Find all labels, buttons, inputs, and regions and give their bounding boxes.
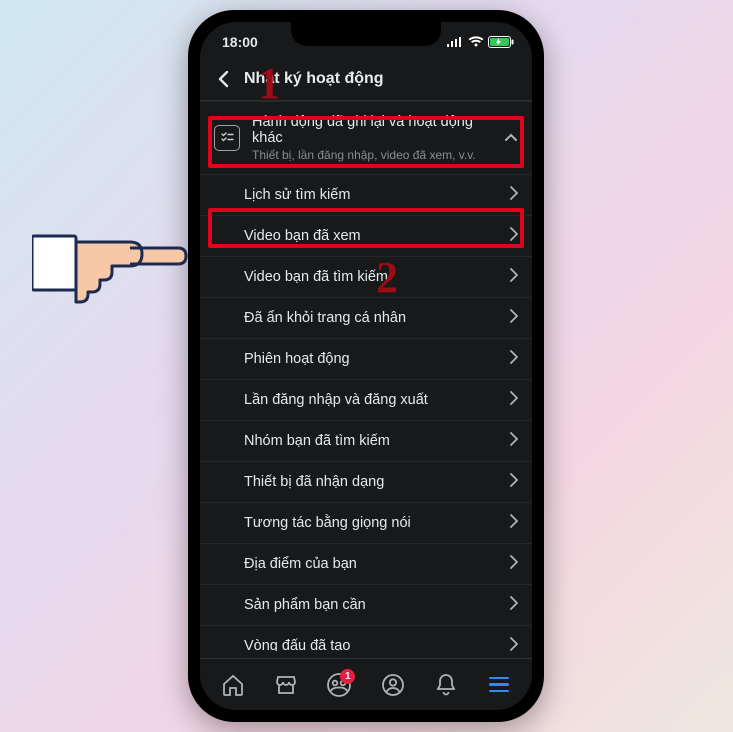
row-label: Lịch sử tìm kiếm [244, 187, 350, 203]
section-subtitle: Thiết bị, lần đăng nhập, video đã xem, v… [252, 148, 504, 162]
section-title: Hành động đã ghi lại và hoạt động khác [252, 114, 504, 146]
row-label: Địa điểm của bạn [244, 556, 357, 572]
signal-icon [446, 36, 464, 48]
battery-icon [488, 36, 514, 48]
row-groups-searched[interactable]: Nhóm bạn đã tìm kiếm [200, 420, 532, 461]
chevron-right-icon [510, 309, 518, 327]
row-videos-searched[interactable]: Video bạn đã tìm kiếm [200, 256, 532, 297]
activity-list[interactable]: Hành động đã ghi lại và hoạt động khác T… [200, 101, 532, 651]
phone-notch [291, 22, 441, 46]
phone-screen: 18:00 Nhật ký hoạt động Hành động đã ghi… [200, 22, 532, 710]
row-label: Vòng đấu đã tạo [244, 638, 350, 651]
phone-frame: 18:00 Nhật ký hoạt động Hành động đã ghi… [188, 10, 544, 722]
chevron-right-icon [510, 432, 518, 450]
bottom-tab-bar: 1 [200, 658, 532, 710]
row-recognized-devices[interactable]: Thiết bị đã nhận dạng [200, 461, 532, 502]
notification-badge: 1 [340, 669, 355, 684]
marketplace-icon [274, 673, 298, 697]
navbar: Nhật ký hoạt động [200, 62, 532, 101]
row-label: Nhóm bạn đã tìm kiếm [244, 433, 390, 449]
chevron-right-icon [510, 637, 518, 651]
tab-notifications[interactable] [426, 665, 466, 705]
status-time: 18:00 [222, 34, 258, 50]
pointing-hand-illustration [32, 208, 192, 318]
home-icon [221, 673, 245, 697]
chevron-right-icon [510, 596, 518, 614]
chevron-up-icon [504, 129, 518, 147]
menu-icon [489, 677, 509, 692]
section-logged-actions[interactable]: Hành động đã ghi lại và hoạt động khác T… [200, 101, 532, 174]
list-check-icon [214, 125, 240, 151]
tab-profile[interactable] [373, 665, 413, 705]
chevron-left-icon [216, 70, 230, 88]
status-indicators [446, 36, 514, 48]
row-label: Thiết bị đã nhận dạng [244, 474, 384, 490]
row-label: Video bạn đã tìm kiếm [244, 269, 388, 285]
chevron-right-icon [510, 268, 518, 286]
row-your-locations[interactable]: Địa điểm của bạn [200, 543, 532, 584]
chevron-right-icon [510, 473, 518, 491]
row-label: Tương tác bằng giọng nói [244, 515, 411, 531]
tab-groups[interactable]: 1 [319, 665, 359, 705]
row-login-logout[interactable]: Lần đăng nhập và đăng xuất [200, 379, 532, 420]
row-videos-watched[interactable]: Video bạn đã xem [200, 215, 532, 256]
row-label: Video bạn đã xem [244, 228, 361, 244]
row-label: Đã ẩn khỏi trang cá nhân [244, 310, 406, 326]
row-label: Phiên hoạt động [244, 351, 350, 367]
bell-icon [435, 673, 457, 697]
tab-menu[interactable] [479, 665, 519, 705]
chevron-right-icon [510, 514, 518, 532]
wifi-icon [468, 36, 484, 48]
page-title: Nhật ký hoạt động [244, 70, 384, 88]
row-tournaments-created[interactable]: Vòng đấu đã tạo [200, 625, 532, 651]
row-products-needed[interactable]: Sản phẩm bạn cần [200, 584, 532, 625]
row-active-sessions[interactable]: Phiên hoạt động [200, 338, 532, 379]
row-search-history[interactable]: Lịch sử tìm kiếm [200, 174, 532, 215]
profile-icon [381, 673, 405, 697]
back-button[interactable] [212, 68, 234, 90]
chevron-right-icon [510, 391, 518, 409]
row-voice-interactions[interactable]: Tương tác bằng giọng nói [200, 502, 532, 543]
row-hidden-profile[interactable]: Đã ẩn khỏi trang cá nhân [200, 297, 532, 338]
chevron-right-icon [510, 555, 518, 573]
row-label: Sản phẩm bạn cần [244, 597, 366, 613]
chevron-right-icon [510, 227, 518, 245]
tab-marketplace[interactable] [266, 665, 306, 705]
tab-home[interactable] [213, 665, 253, 705]
chevron-right-icon [510, 350, 518, 368]
chevron-right-icon [510, 186, 518, 204]
row-label: Lần đăng nhập và đăng xuất [244, 392, 428, 408]
